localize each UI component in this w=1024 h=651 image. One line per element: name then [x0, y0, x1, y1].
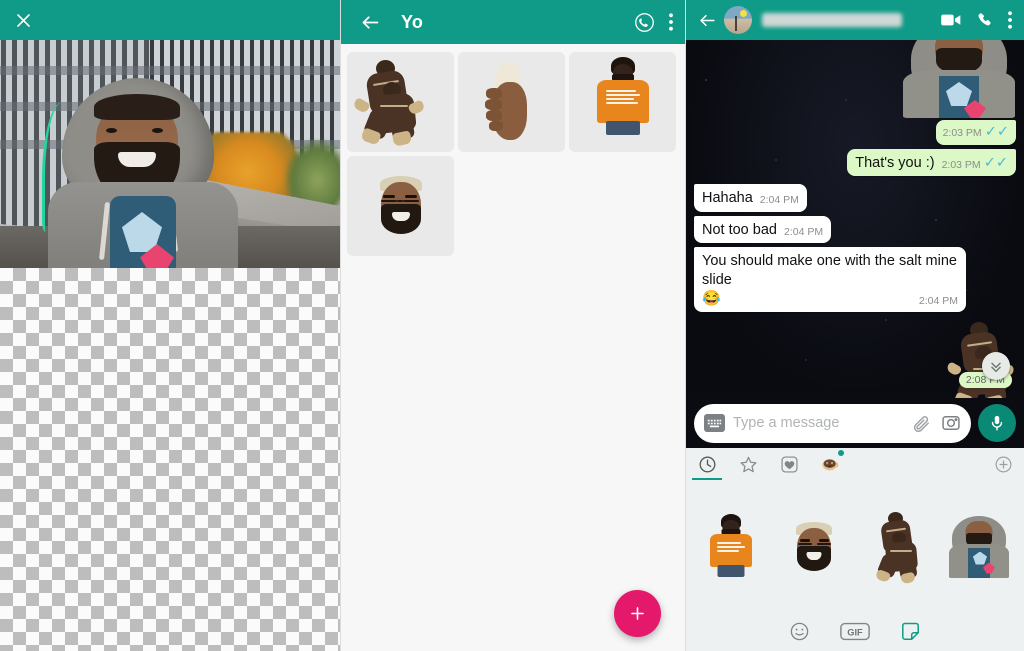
message-text: Not too bad: [702, 221, 777, 238]
message-time: 2:04 PM: [759, 194, 799, 207]
message-input-row: Type a message: [686, 398, 1024, 448]
more-vertical-icon[interactable]: [669, 13, 673, 31]
message-text: That's you :): [855, 154, 935, 171]
starred-tab[interactable]: [737, 448, 759, 480]
editor-header: [0, 0, 340, 40]
sticker-tile-brown-suit-duo[interactable]: [347, 52, 454, 152]
bearded-face-art: [347, 156, 454, 256]
message-bubble[interactable]: 2:03 PM ✓✓: [935, 120, 1016, 145]
message-row: You should make one with the salt mine s…: [694, 247, 1016, 313]
sticker-tile-bearded-face[interactable]: [347, 156, 454, 256]
paperclip-icon[interactable]: [912, 414, 931, 433]
pack-header: Yo: [341, 0, 685, 44]
message-text: You should make one with the salt mine s…: [702, 253, 957, 288]
chevron-double-down-icon[interactable]: [982, 352, 1010, 380]
hand-holding-bulb-art: [458, 52, 565, 152]
hoodie-man-sticker[interactable]: [948, 512, 1010, 580]
chat-panel: 2:03 PM ✓✓ That's you :) 2:03 PM ✓✓ Hahah…: [686, 0, 1024, 651]
sticker-icon[interactable]: [900, 621, 921, 642]
favorites-tab[interactable]: [778, 448, 800, 480]
add-sticker-fab[interactable]: [614, 590, 661, 637]
avatar[interactable]: [724, 6, 752, 34]
chat-message-list[interactable]: 2:03 PM ✓✓ That's you :) 2:03 PM ✓✓ Hahah…: [686, 40, 1024, 398]
message-time: 2:04 PM: [918, 295, 958, 308]
microphone-icon[interactable]: [978, 404, 1016, 442]
camera-icon[interactable]: [941, 413, 961, 433]
sticker-grid: [341, 44, 685, 651]
svg-text:GIF: GIF: [847, 627, 863, 637]
read-receipt-icon: ✓✓: [984, 124, 1009, 140]
close-icon[interactable]: [14, 11, 33, 30]
message-time: 2:03 PM: [942, 127, 982, 139]
recents-tab[interactable]: [692, 448, 722, 480]
message-time: 2:04 PM: [783, 225, 824, 238]
sticker-rail: [686, 480, 1024, 611]
bearded-face-sticker[interactable]: [783, 512, 845, 580]
sticker-tray: GIF: [686, 448, 1024, 651]
message-bubble[interactable]: You should make one with the salt mine s…: [694, 247, 966, 313]
sticker-editor-panel: [0, 0, 340, 651]
message-row: [694, 40, 1016, 118]
contact-name-redacted[interactable]: [762, 13, 902, 27]
pack-title: Yo: [401, 11, 424, 32]
message-input[interactable]: Type a message: [733, 415, 904, 431]
message-row: Not too bad 2:04 PM: [694, 215, 1016, 244]
sticker-tray-tabs: [686, 448, 1024, 480]
message-bubble[interactable]: Not too bad 2:04 PM: [694, 215, 832, 244]
message-emoji: 😂: [702, 290, 721, 308]
brown-suit-duo-art: [347, 52, 454, 152]
hoodie-man-sticker[interactable]: [902, 40, 1016, 118]
chat-header: [686, 0, 1024, 40]
sticker-tile-hand-bulb[interactable]: [458, 52, 565, 152]
message-text: Hahaha: [702, 190, 753, 207]
keyboard-icon[interactable]: [704, 414, 725, 432]
pack-badge: [838, 450, 844, 456]
transparency-canvas[interactable]: [0, 268, 340, 651]
phone-icon[interactable]: [976, 11, 994, 29]
orange-tshirt-man-art: [569, 52, 676, 152]
plus-circle-icon[interactable]: [992, 448, 1014, 480]
sticker-tile-orange-tshirt[interactable]: [569, 52, 676, 152]
message-row: Hahaha 2:04 PM: [694, 184, 1016, 212]
smiley-icon[interactable]: [789, 621, 810, 642]
search-input-wrapper[interactable]: Type a message: [694, 403, 971, 443]
message-time: 2:03 PM: [941, 158, 981, 171]
brown-suit-duo-sticker[interactable]: [865, 511, 927, 584]
pack-coffee-tab[interactable]: [819, 448, 844, 480]
message-bubble[interactable]: That's you :) 2:03 PM ✓✓: [847, 148, 1016, 177]
input-mode-bar: GIF: [686, 611, 1024, 651]
photo-subject: [48, 78, 238, 268]
back-arrow-icon[interactable]: [353, 5, 387, 39]
message-bubble[interactable]: Hahaha 2:04 PM: [694, 184, 807, 212]
read-receipt-icon: ✓✓: [983, 154, 1008, 171]
message-row: 2:03 PM ✓✓: [694, 120, 1016, 145]
gif-icon[interactable]: GIF: [840, 622, 870, 641]
message-row: That's you :) 2:03 PM ✓✓: [694, 148, 1016, 177]
chat-header-actions: [940, 11, 1014, 29]
orange-tshirt-man-sticker[interactable]: [700, 512, 762, 580]
video-camera-icon[interactable]: [940, 12, 962, 28]
sticker-pack-panel: Yo: [340, 0, 686, 651]
back-arrow-icon[interactable]: [696, 11, 718, 30]
source-photo[interactable]: [0, 40, 340, 268]
more-vertical-icon[interactable]: [1008, 11, 1012, 29]
whatsapp-icon[interactable]: [634, 12, 655, 33]
app-screen: Yo 2:03 PM ✓✓ That's you:) 2:03 PM ✓✓ H…: [0, 0, 1024, 651]
